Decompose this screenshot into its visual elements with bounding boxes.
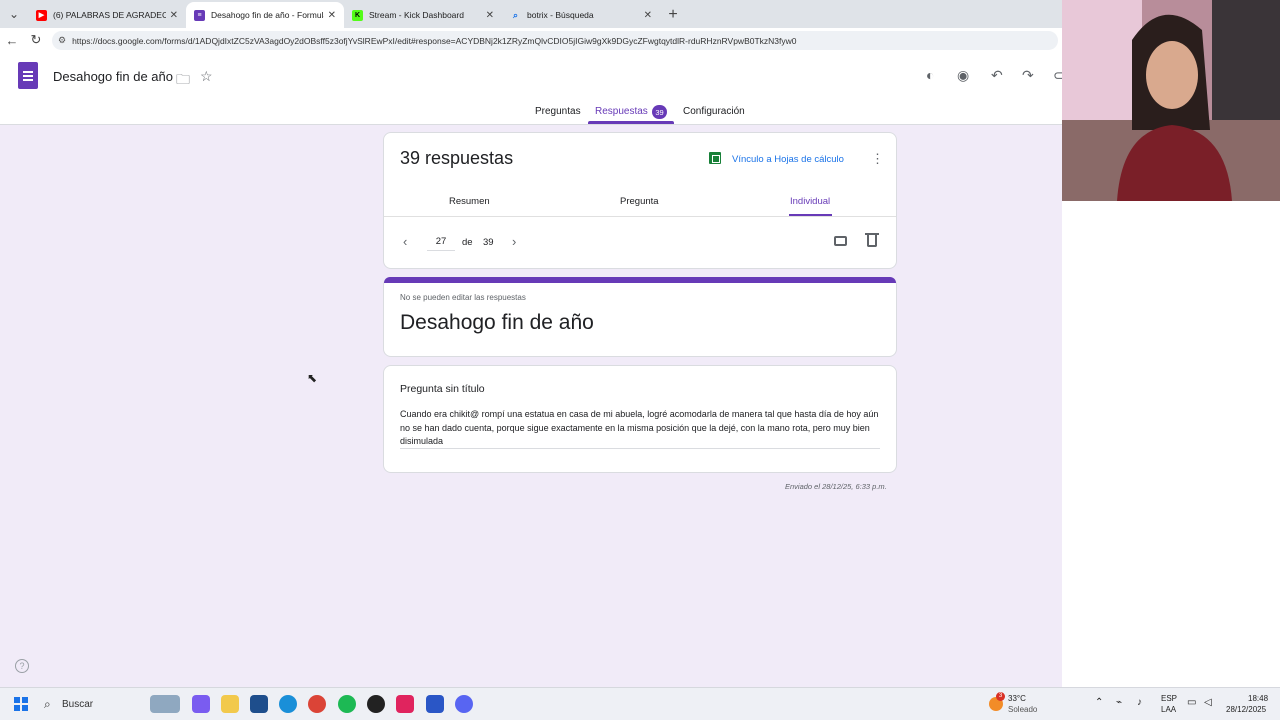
- language-top[interactable]: ESP: [1161, 694, 1177, 703]
- sheets-icon[interactable]: [709, 152, 721, 164]
- undo-icon[interactable]: ↶: [991, 67, 1003, 84]
- app-icon-2[interactable]: [426, 695, 444, 713]
- tray-overflow-icon[interactable]: ⌃: [1095, 697, 1103, 708]
- app-icon[interactable]: [396, 695, 414, 713]
- question-title: Pregunta sin título: [400, 383, 485, 395]
- weather-badge: 3: [996, 692, 1005, 701]
- youtube-icon: ▶: [36, 9, 47, 21]
- tab-search-menu-icon[interactable]: ⌄: [0, 0, 28, 28]
- answer-text: Cuando era chikit@ rompí una estatua en …: [400, 409, 879, 446]
- edge-icon[interactable]: [279, 695, 297, 713]
- discord-icon[interactable]: [455, 695, 473, 713]
- microsoft-store-icon[interactable]: [250, 695, 268, 713]
- tab-responses[interactable]: Respuestas: [595, 106, 648, 117]
- new-tab-button[interactable]: +: [660, 2, 686, 28]
- taskbar-search-label[interactable]: Buscar: [62, 699, 93, 710]
- help-icon[interactable]: ?: [15, 659, 29, 673]
- close-icon[interactable]: ✕: [170, 10, 178, 21]
- chrome-icon[interactable]: [308, 695, 326, 713]
- display-icon[interactable]: ▭: [1187, 697, 1196, 708]
- spotify-icon[interactable]: [338, 695, 356, 713]
- tab-label: Stream - Kick Dashboard: [369, 10, 464, 20]
- response-number-input[interactable]: 27: [427, 236, 455, 251]
- taskbar-search-icon[interactable]: ⌕: [44, 697, 51, 712]
- answer-underline: [400, 448, 880, 449]
- url-text: https://docs.google.com/forms/d/1ADQjdIx…: [72, 35, 797, 46]
- tab-label: (6) PALABRAS DE AGRADECIMIEN: [53, 10, 166, 20]
- webcam-overlay: [1062, 0, 1280, 201]
- link-to-sheets-button[interactable]: Vínculo a Hojas de cálculo: [732, 154, 844, 165]
- volume-icon[interactable]: ◁: [1204, 697, 1212, 708]
- close-icon[interactable]: ✕: [328, 10, 336, 21]
- redo-icon[interactable]: ↷: [1022, 67, 1034, 84]
- google-forms-icon: ≡: [194, 9, 205, 21]
- submitted-timestamp: Enviado el 28/12/25, 6:33 p.m.: [785, 482, 887, 491]
- preview-eye-icon[interactable]: ◉: [957, 67, 969, 84]
- file-explorer-icon[interactable]: [221, 695, 239, 713]
- language-bottom[interactable]: LAA: [1161, 705, 1176, 714]
- weather-temp[interactable]: 33°C: [1008, 694, 1026, 703]
- widgets-icon[interactable]: [150, 695, 180, 713]
- close-icon[interactable]: ✕: [486, 10, 494, 21]
- more-options-icon[interactable]: ⋮: [871, 151, 884, 167]
- address-bar-row: ← ↻ ⚙ https://docs.google.com/forms/d/1A…: [0, 28, 1062, 52]
- microphone-icon[interactable]: ♪: [1137, 697, 1142, 708]
- delete-icon[interactable]: [865, 233, 879, 247]
- tab-questions[interactable]: Preguntas: [535, 106, 581, 117]
- card-divider: [384, 216, 896, 217]
- tab-label: botrix - Búsqueda: [527, 10, 594, 20]
- windows-start-icon[interactable]: [14, 697, 28, 711]
- subtab-summary[interactable]: Resumen: [449, 196, 490, 207]
- tab-youtube[interactable]: ▶ (6) PALABRAS DE AGRADECIMIEN ✕: [28, 2, 186, 28]
- tab-search[interactable]: ⌕ botrix - Búsqueda ✕: [502, 2, 660, 28]
- close-icon[interactable]: ✕: [644, 10, 652, 21]
- tab-google-forms[interactable]: ≡ Desahogo fin de año - Formulario ✕: [186, 2, 344, 28]
- tab-kick[interactable]: K Stream - Kick Dashboard ✕: [344, 2, 502, 28]
- weather-desc[interactable]: Soleado: [1008, 705, 1037, 714]
- next-response-button[interactable]: ›: [512, 234, 516, 249]
- responses-count-badge: 39: [652, 105, 667, 119]
- subtab-individual[interactable]: Individual: [790, 196, 830, 207]
- site-info-icon[interactable]: ⚙: [58, 35, 66, 46]
- tab-label: Desahogo fin de año - Formulario: [211, 10, 324, 20]
- form-accent-bar: [384, 277, 896, 283]
- no-edit-notice: No se pueden editar las respuestas: [400, 293, 526, 302]
- clock-date[interactable]: 28/12/2025: [1226, 705, 1266, 714]
- back-button[interactable]: ←: [0, 28, 24, 52]
- palette-icon[interactable]: ◐: [926, 67, 934, 83]
- pager-of-label: de: [462, 237, 473, 248]
- google-forms-logo-icon[interactable]: [18, 62, 38, 89]
- url-input[interactable]: ⚙ https://docs.google.com/forms/d/1ADQjd…: [52, 31, 1058, 50]
- previous-response-button[interactable]: ‹: [403, 234, 407, 249]
- forms-header: [0, 52, 1062, 125]
- clock-time[interactable]: 18:48: [1248, 694, 1268, 703]
- mouse-cursor-icon: ⬉: [307, 371, 318, 385]
- folder-icon[interactable]: 🗀: [176, 69, 190, 93]
- kick-icon: K: [352, 9, 363, 21]
- responses-count-title: 39 respuestas: [400, 148, 514, 168]
- subtab-question[interactable]: Pregunta: [620, 196, 659, 207]
- right-blank-pane: [1062, 201, 1280, 687]
- active-tab-indicator: [588, 121, 674, 124]
- obs-icon[interactable]: [367, 695, 385, 713]
- document-title[interactable]: Desahogo fin de año: [53, 69, 173, 84]
- network-icon[interactable]: ⌁: [1116, 697, 1122, 708]
- copilot-icon[interactable]: [192, 695, 210, 713]
- print-icon[interactable]: [834, 236, 847, 246]
- pager-total: 39: [483, 237, 494, 248]
- streamer-webcam-image: [1062, 0, 1280, 201]
- reload-button[interactable]: ↻: [24, 28, 48, 52]
- search-icon: ⌕: [512, 9, 519, 20]
- star-icon[interactable]: ☆: [200, 68, 213, 85]
- tab-settings[interactable]: Configuración: [683, 106, 745, 117]
- form-title: Desahogo fin de año: [400, 311, 594, 334]
